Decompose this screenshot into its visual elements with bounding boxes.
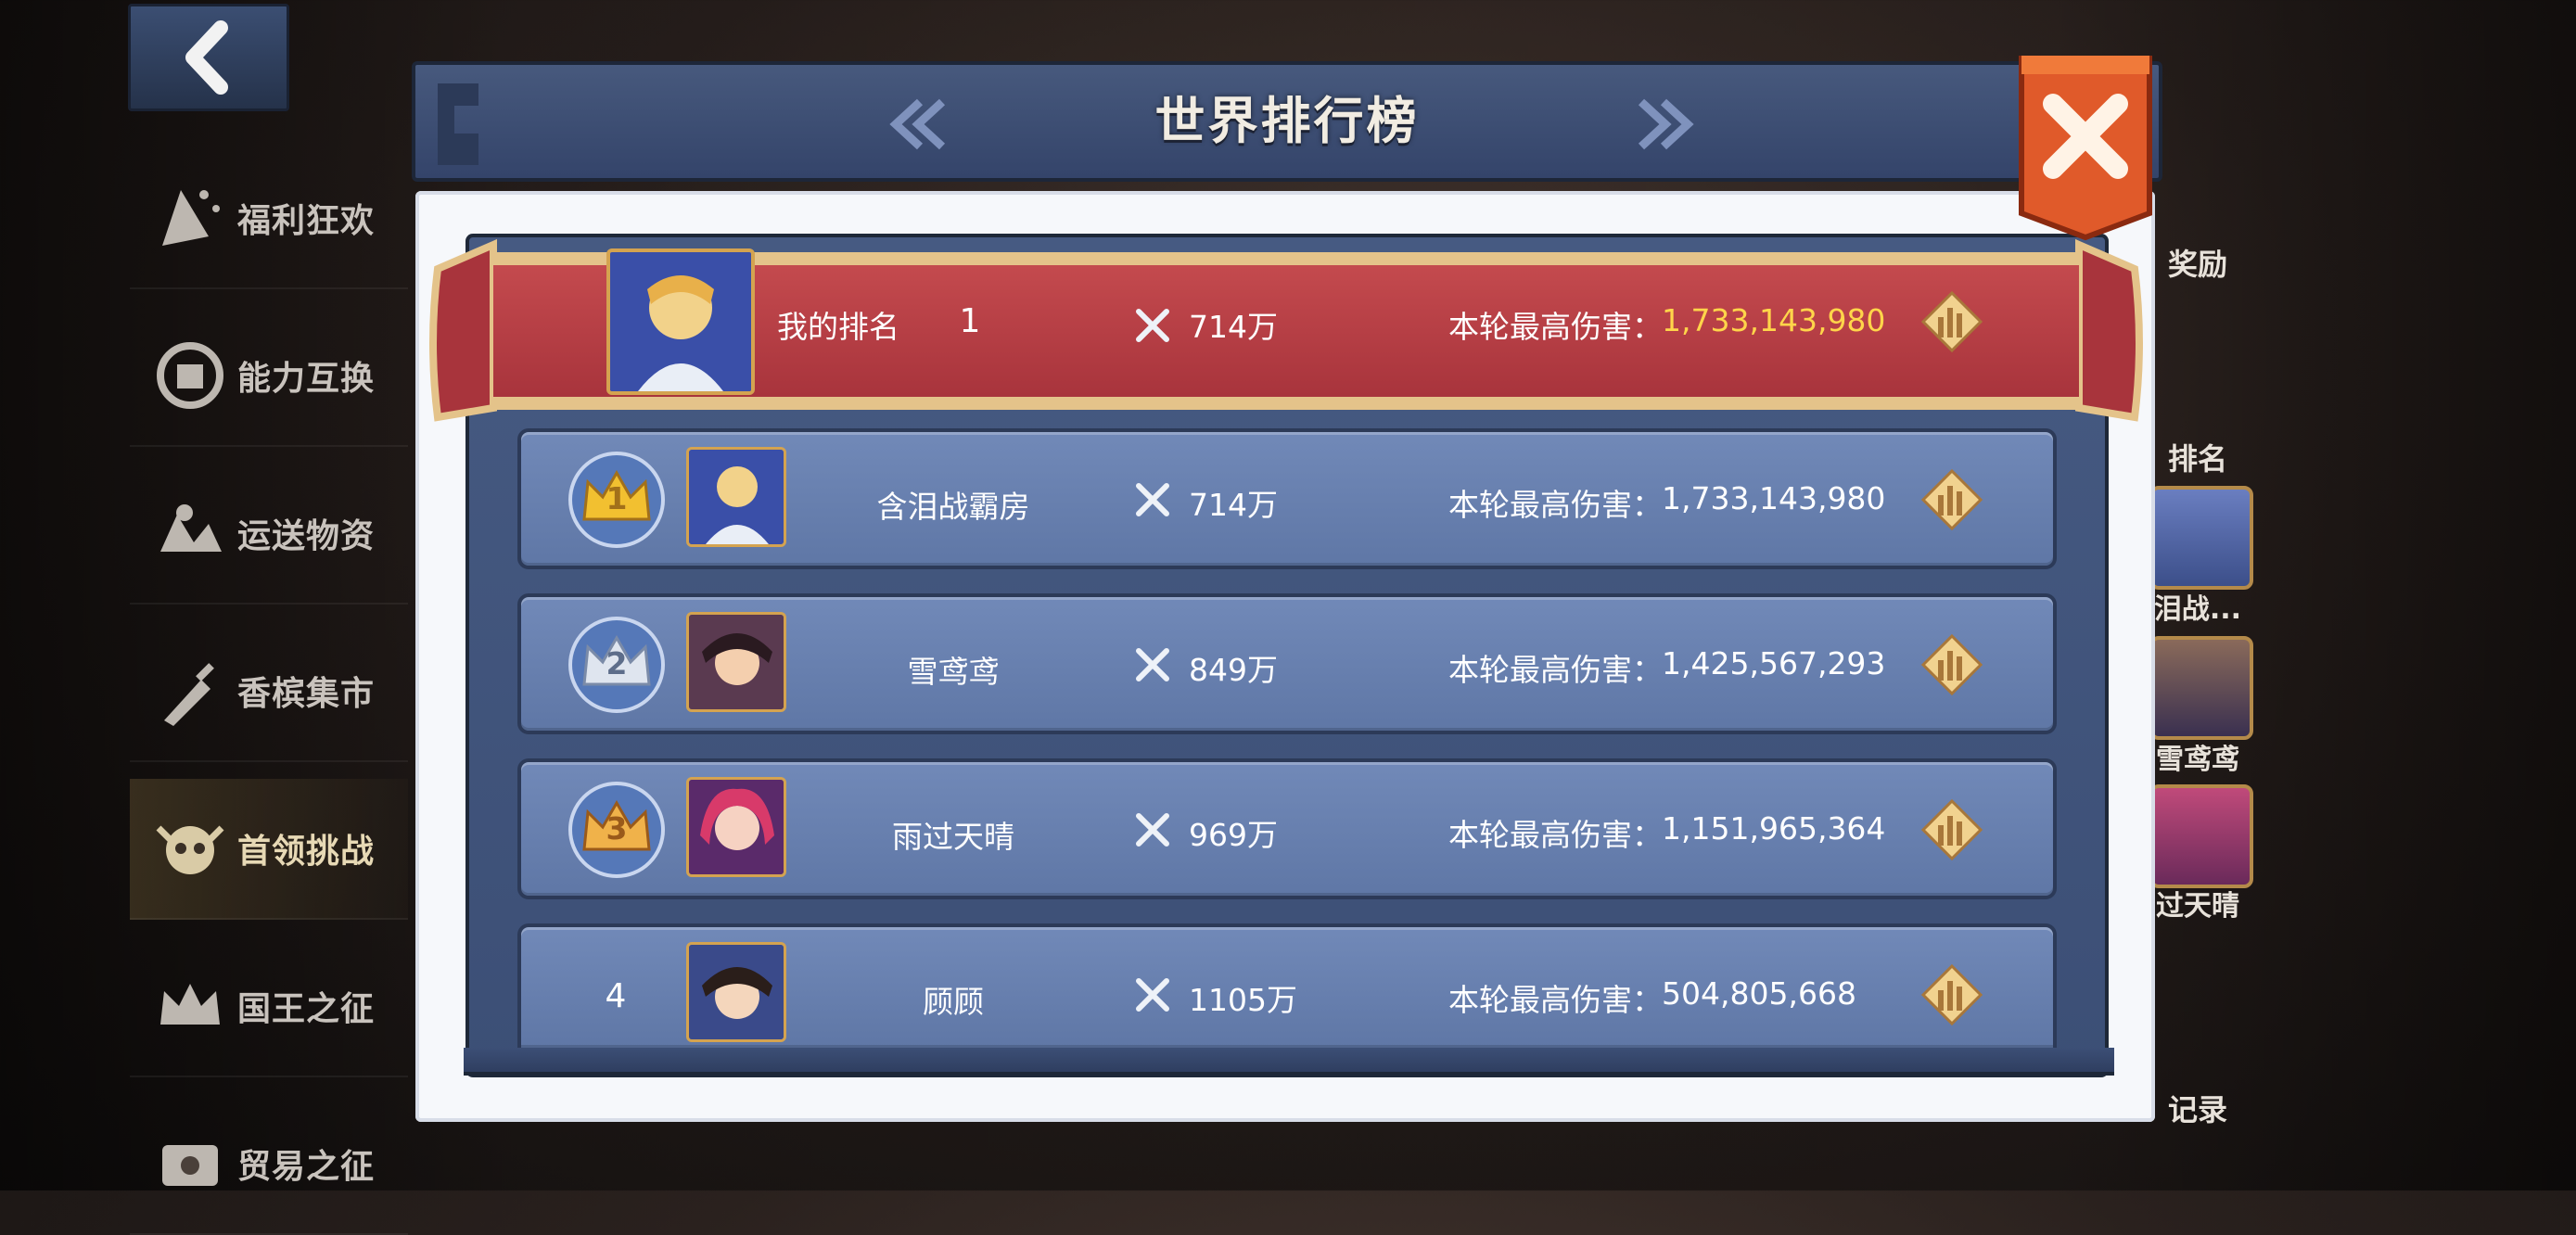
modal-title: 世界排行榜 bbox=[1154, 92, 1420, 150]
champagne-icon bbox=[148, 649, 232, 732]
stats-icon[interactable] bbox=[1919, 632, 1984, 697]
rank-number: 4 bbox=[605, 977, 627, 1015]
menu-label: 香槟集市 bbox=[237, 675, 376, 713]
menu-item-king[interactable]: 国王之征 bbox=[130, 936, 408, 1077]
skull-icon bbox=[148, 807, 232, 890]
close-button[interactable] bbox=[2016, 56, 2155, 241]
damage-label: 本轮最高伤害： bbox=[1448, 487, 1663, 523]
menu-item-welfare[interactable]: 福利狂欢 bbox=[130, 148, 408, 289]
damage-value: 1,151,965,364 bbox=[1662, 810, 1886, 847]
stats-icon[interactable] bbox=[1919, 467, 1984, 532]
player-power: 714万 bbox=[1189, 487, 1278, 523]
avatar[interactable] bbox=[686, 612, 786, 712]
rank-number: 2 bbox=[606, 645, 628, 681]
player-power: 1105万 bbox=[1189, 982, 1297, 1018]
menu-item-swap[interactable]: 能力互换 bbox=[130, 306, 408, 447]
avatar bbox=[2149, 636, 2253, 740]
my-rank-value: 1 bbox=[959, 302, 981, 340]
menu-label: 国王之征 bbox=[237, 990, 376, 1028]
player-name: 含泪战霸房 bbox=[876, 489, 1030, 525]
back-arrow-icon bbox=[185, 20, 228, 95]
my-damage-value: 1,733,143,980 bbox=[1662, 302, 1886, 338]
crossed-swords-icon bbox=[1136, 648, 1169, 681]
crossed-swords-icon bbox=[1136, 978, 1169, 1012]
my-rank-label: 我的排名 bbox=[777, 309, 899, 345]
trade-icon bbox=[148, 1122, 232, 1205]
menu-label: 贸易之征 bbox=[237, 1148, 376, 1186]
menu-item-market[interactable]: 香槟集市 bbox=[130, 621, 408, 762]
damage-value: 1,733,143,980 bbox=[1662, 480, 1886, 516]
avatar[interactable] bbox=[686, 447, 786, 547]
damage-value: 1,425,567,293 bbox=[1662, 645, 1886, 681]
back-button[interactable] bbox=[128, 4, 289, 111]
player-name: 顾顾 bbox=[923, 984, 984, 1020]
menu-item-transport[interactable]: 运送物资 bbox=[130, 464, 408, 605]
rank-number: 1 bbox=[606, 480, 628, 516]
menu-item-trade[interactable]: 贸易之征 bbox=[130, 1094, 408, 1235]
avatar[interactable] bbox=[686, 777, 786, 877]
menu-label: 福利狂欢 bbox=[237, 202, 376, 240]
crown-icon bbox=[148, 964, 232, 1048]
damage-label: 本轮最高伤害： bbox=[1448, 982, 1663, 1018]
menu-label: 运送物资 bbox=[237, 517, 376, 555]
avatar bbox=[2149, 784, 2253, 888]
stats-icon[interactable] bbox=[1919, 797, 1984, 862]
avatar bbox=[2149, 486, 2253, 590]
list-bottom-edge bbox=[464, 1048, 2114, 1076]
player-name: 雪鸢鸢 bbox=[907, 654, 1000, 690]
map-icon bbox=[148, 491, 232, 575]
stats-icon[interactable] bbox=[1919, 962, 1984, 1027]
my-avatar[interactable] bbox=[606, 248, 755, 395]
next-page-icon[interactable] bbox=[1626, 96, 1701, 152]
menu-label: 能力互换 bbox=[237, 360, 376, 398]
prev-page-icon[interactable] bbox=[883, 96, 957, 152]
crossed-swords-icon bbox=[1136, 309, 1169, 342]
rank-number: 3 bbox=[606, 810, 628, 847]
my-damage-label: 本轮最高伤害： bbox=[1448, 309, 1663, 345]
party-icon bbox=[148, 176, 232, 260]
my-power: 714万 bbox=[1189, 309, 1278, 345]
menu-label: 首领挑战 bbox=[237, 833, 376, 871]
swap-icon bbox=[148, 334, 232, 417]
avatar[interactable] bbox=[686, 942, 786, 1042]
menu-item-boss[interactable]: 首领挑战 bbox=[130, 779, 408, 920]
damage-label: 本轮最高伤害： bbox=[1448, 817, 1663, 853]
crossed-swords-icon bbox=[1136, 813, 1169, 847]
damage-value: 504,805,668 bbox=[1662, 975, 1856, 1012]
crossed-swords-icon bbox=[1136, 483, 1169, 516]
stats-icon[interactable] bbox=[1919, 289, 1984, 354]
player-name: 雨过天晴 bbox=[892, 819, 1014, 855]
player-power: 849万 bbox=[1189, 652, 1278, 688]
player-power: 969万 bbox=[1189, 817, 1278, 853]
damage-label: 本轮最高伤害： bbox=[1448, 652, 1663, 688]
